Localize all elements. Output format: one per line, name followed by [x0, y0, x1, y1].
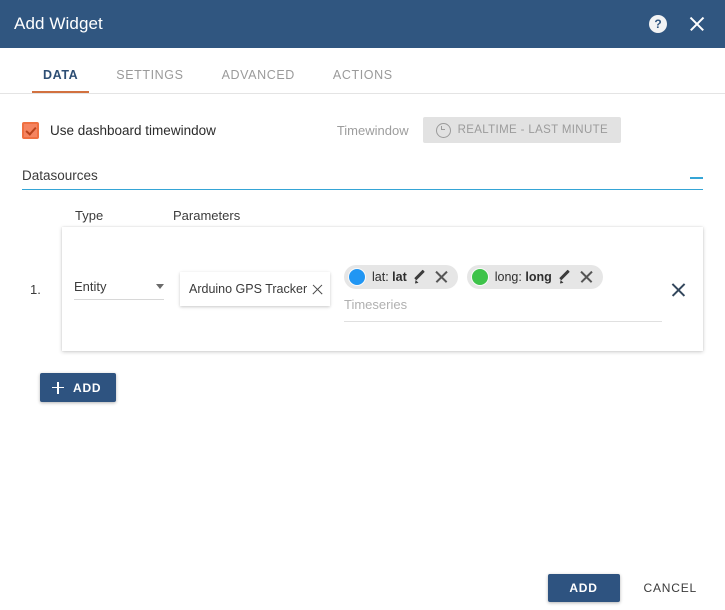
timewindow-button[interactable]: REALTIME - LAST MINUTE: [423, 117, 621, 143]
data-keys-area: lat: lat long: long: [344, 265, 662, 322]
timewindow-row: Use dashboard timewindow Timewindow REAL…: [22, 104, 703, 156]
datasource-column-headers: Type Parameters: [22, 208, 703, 223]
chip-remove-icon[interactable]: [579, 269, 594, 284]
tab-bar: DATA SETTINGS ADVANCED ACTIONS: [0, 48, 725, 94]
color-dot-icon: [348, 268, 366, 286]
add-datasource-label: ADD: [73, 381, 101, 395]
plus-icon: [52, 382, 64, 394]
tab-advanced[interactable]: ADVANCED: [203, 68, 314, 93]
dialog-header: Add Widget ?: [0, 0, 725, 48]
datasource-type-value: Entity: [74, 279, 156, 294]
data-key-chip[interactable]: long: long: [467, 265, 603, 289]
data-key-chip-label: lat: lat: [372, 270, 407, 284]
entity-clear-icon[interactable]: [311, 283, 324, 296]
entity-input[interactable]: [189, 282, 311, 296]
timeseries-input-wrapper: [344, 296, 662, 322]
chip-remove-icon[interactable]: [434, 269, 449, 284]
datasources-section-header: Datasources: [22, 168, 703, 190]
datasource-row: 1. Entity lat: lat: [22, 227, 703, 351]
chevron-down-icon: [156, 284, 164, 289]
add-datasource-button[interactable]: ADD: [40, 373, 116, 402]
tab-data[interactable]: DATA: [24, 68, 97, 93]
close-icon[interactable]: [687, 14, 707, 34]
header-actions: ?: [649, 14, 707, 34]
column-header-type: Type: [75, 208, 173, 223]
minus-icon[interactable]: [690, 177, 703, 179]
tab-actions[interactable]: ACTIONS: [314, 68, 412, 93]
data-key-chip[interactable]: lat: lat: [344, 265, 458, 289]
datasource-index: 1.: [22, 282, 62, 297]
entity-field[interactable]: [180, 272, 330, 306]
timewindow-button-label: REALTIME - LAST MINUTE: [458, 124, 608, 136]
cancel-button[interactable]: CANCEL: [638, 581, 703, 595]
dialog-body: Use dashboard timewindow Timewindow REAL…: [0, 104, 725, 610]
data-key-chip-label: long: long: [495, 270, 552, 284]
dialog-footer: ADD CANCEL: [548, 574, 703, 602]
datasources-title: Datasources: [22, 168, 690, 183]
help-circle-icon[interactable]: ?: [649, 15, 667, 33]
data-key-chip-list: lat: lat long: long: [344, 265, 662, 289]
datasource-card: Entity lat: lat long: l: [62, 227, 703, 351]
page-title: Add Widget: [14, 14, 649, 34]
pencil-icon[interactable]: [413, 270, 426, 283]
timewindow-label: Timewindow: [337, 123, 409, 138]
clock-icon: [436, 123, 451, 138]
checkbox-box[interactable]: [22, 122, 39, 139]
datasource-remove-icon[interactable]: [670, 281, 687, 298]
submit-button[interactable]: ADD: [548, 574, 620, 602]
use-dashboard-timewindow-label: Use dashboard timewindow: [50, 123, 216, 138]
color-dot-icon: [471, 268, 489, 286]
timeseries-input[interactable]: [344, 297, 662, 312]
tab-settings[interactable]: SETTINGS: [97, 68, 202, 93]
column-header-parameters: Parameters: [173, 208, 240, 223]
datasource-type-select[interactable]: Entity: [74, 279, 164, 300]
use-dashboard-timewindow-checkbox[interactable]: Use dashboard timewindow: [22, 122, 216, 139]
pencil-icon[interactable]: [558, 270, 571, 283]
